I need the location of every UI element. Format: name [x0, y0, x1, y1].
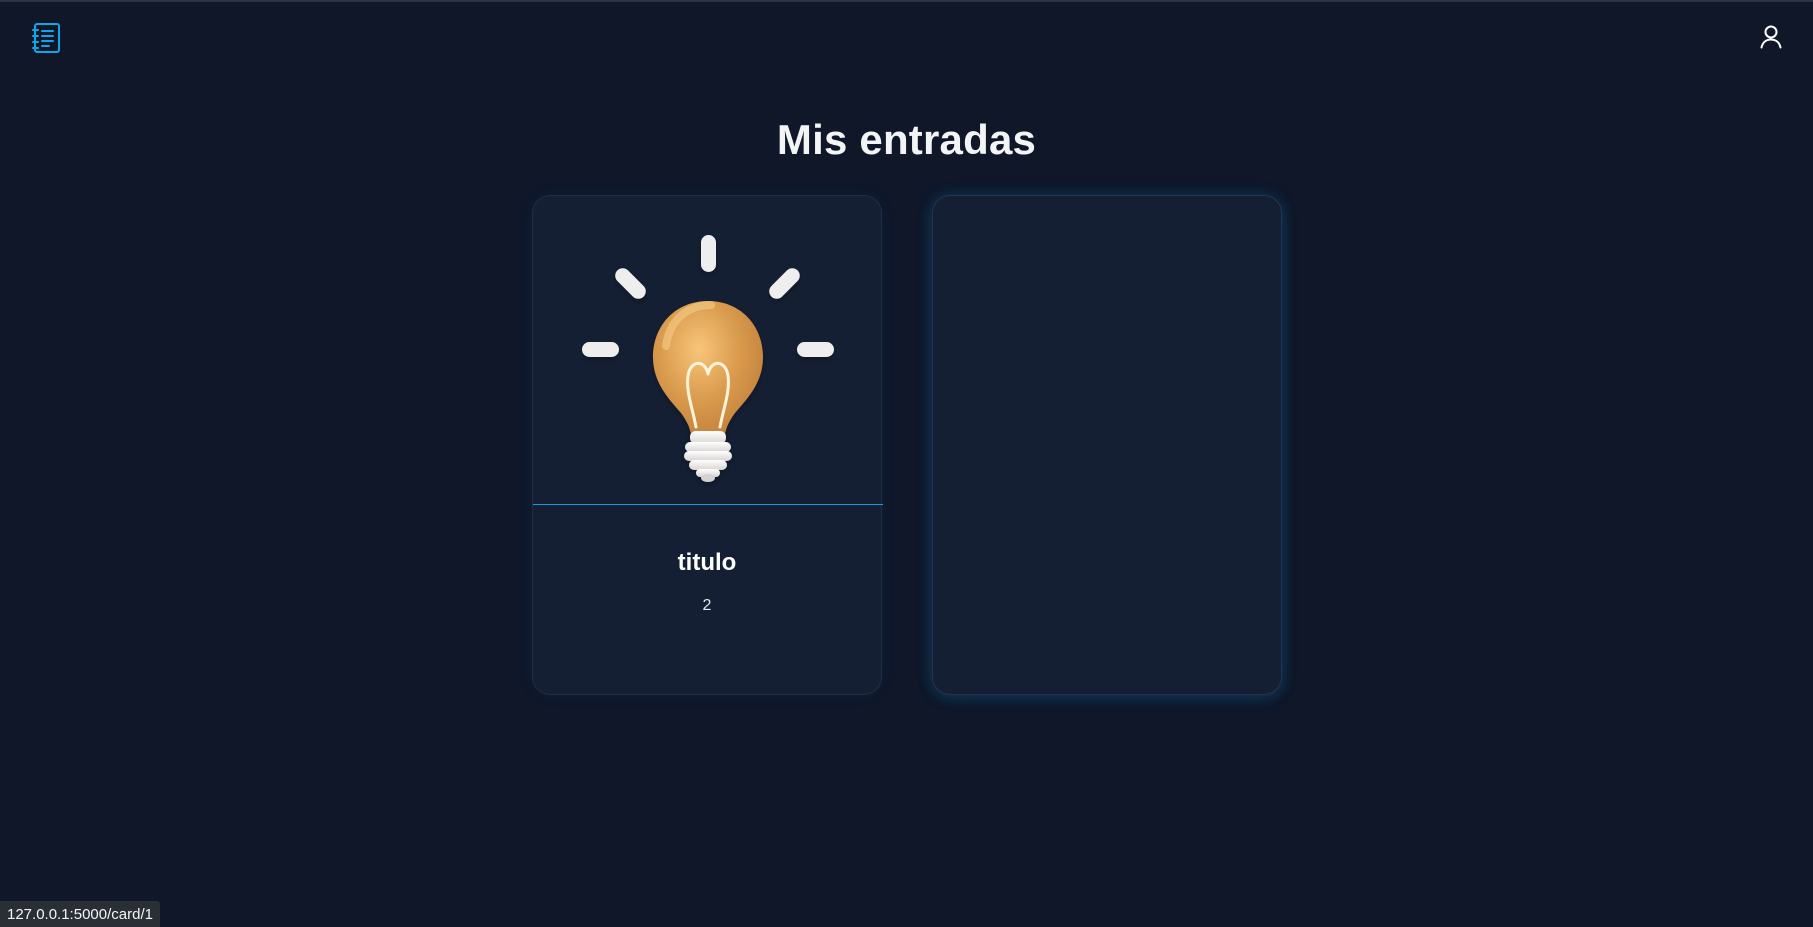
page: Mis entradas titulo 2 127.0.0.1:5000/car… — [0, 0, 1813, 927]
lightbulb-image — [533, 196, 883, 505]
entry-title: titulo — [677, 549, 737, 576]
add-entry-card[interactable] — [932, 195, 1282, 695]
user-icon[interactable] — [1757, 23, 1785, 51]
plus-icon — [1030, 363, 1186, 519]
entry-count: 2 — [702, 597, 712, 614]
notebook-list-icon[interactable] — [30, 21, 64, 55]
lightbulb-icon — [582, 235, 834, 482]
entry-card[interactable]: titulo 2 — [532, 195, 883, 695]
card-divider — [533, 504, 883, 505]
status-bar-url: 127.0.0.1:5000/card/1 — [0, 901, 160, 927]
entries-grid: titulo 2 — [532, 195, 1282, 695]
page-title: Mis entradas — [776, 116, 1037, 164]
